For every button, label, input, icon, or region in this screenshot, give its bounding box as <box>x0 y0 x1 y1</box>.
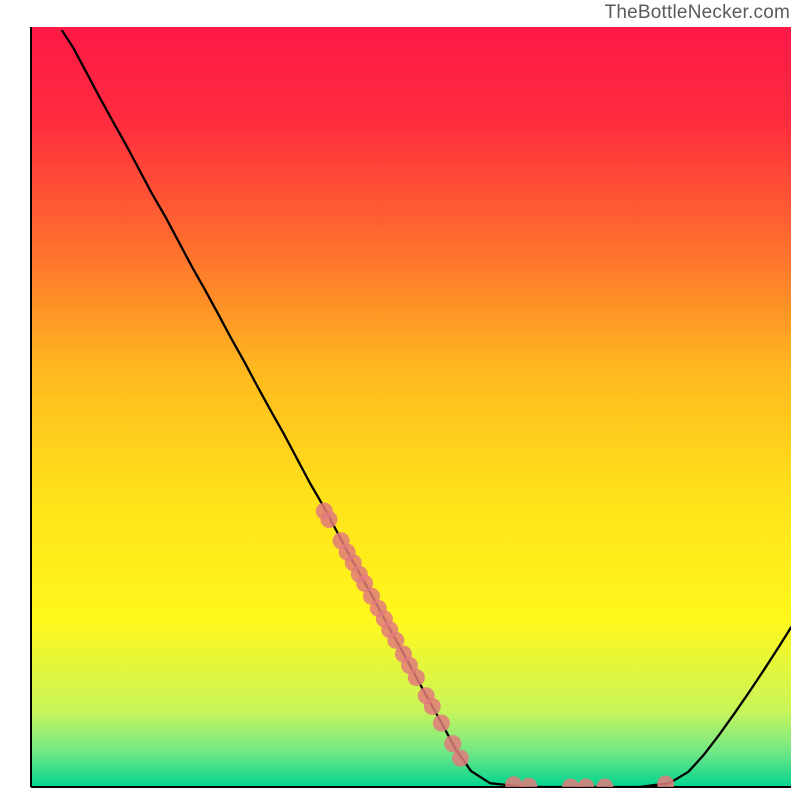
attribution-label: TheBottleNecker.com <box>605 2 790 24</box>
highlight-point <box>505 776 522 793</box>
highlight-point <box>596 779 613 796</box>
highlight-point <box>424 698 441 715</box>
highlight-point <box>408 669 425 686</box>
highlight-point <box>444 735 461 752</box>
highlight-point <box>562 779 579 796</box>
highlight-point <box>657 775 674 792</box>
highlight-point <box>577 779 594 796</box>
highlight-point <box>320 511 337 528</box>
bottleneck-chart <box>0 0 800 800</box>
highlight-point <box>433 715 450 732</box>
chart-container: TheBottleNecker.com <box>0 0 800 800</box>
highlight-point <box>452 750 469 767</box>
highlight-point <box>520 778 537 795</box>
